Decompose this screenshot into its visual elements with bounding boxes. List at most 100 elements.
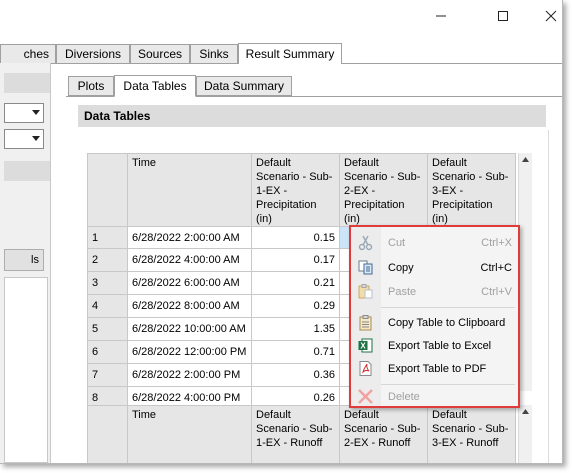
value-cell[interactable]: 0.17 [251,248,340,272]
svg-text:X: X [360,342,366,351]
title-bar [0,0,562,32]
tab-label: ches [23,47,49,61]
menu-item-label: Delete [388,390,420,403]
time-cell[interactable]: 6/28/2022 10:00:00 AM [127,317,252,341]
clipboard-icon [359,315,372,331]
excel-icon: X [358,338,373,353]
menu-item-cut[interactable]: Cut Ctrl+X [351,231,518,254]
row-number: 3 [87,271,128,295]
left-pane-button[interactable]: ls [4,249,44,271]
tab-result-summary[interactable]: Result Summary [238,43,342,65]
scroll-up-icon [522,409,529,414]
left-pane-list[interactable] [4,277,48,463]
column-header[interactable]: Default Scenario - Sub-2-EX - Runoff [339,405,428,463]
tab-data-summary[interactable]: Data Summary [196,76,292,96]
tab-label: Plots [77,79,105,93]
dropdown-1[interactable] [4,103,44,123]
time-cell[interactable]: 6/28/2022 2:00:00 PM [127,363,252,387]
value-cell[interactable]: 0.36 [251,363,340,387]
menu-item-label: Paste [388,285,417,298]
left-pane: ls [0,63,51,463]
value-cell[interactable]: 0.21 [251,271,340,295]
tab-label: Sources [137,47,183,61]
row-number: 2 [87,248,128,272]
tab-label: Sinks [199,47,229,61]
row-number: 4 [87,294,128,318]
menu-item-export-excel[interactable]: X Export Table to Excel [351,334,518,357]
maximize-icon [498,11,508,21]
tab-label: Data Tables [123,79,187,93]
time-cell[interactable]: 6/28/2022 2:00:00 AM [127,226,252,249]
panel-divider [548,130,549,463]
time-cell[interactable]: 6/28/2022 4:00:00 AM [127,248,252,272]
row-number: 7 [87,363,128,387]
column-header[interactable]: Default Scenario - Sub-2-EX - Precipitat… [339,153,428,227]
table-scrollbar[interactable] [518,405,532,463]
left-pane-button-label: ls [31,254,39,266]
time-cell[interactable]: 6/28/2022 8:00:00 AM [127,294,252,318]
context-menu: Cut Ctrl+X Copy Ctrl+C Paste Ctrl+V Copy… [349,225,520,408]
tab-label: Data Summary [203,79,285,93]
tab-label: Result Summary [245,47,335,61]
left-pane-section [4,161,50,181]
tab-sinks[interactable]: Sinks [190,44,238,64]
close-icon [545,10,557,22]
pdf-icon [359,361,372,376]
menu-item-label: Copy [388,261,414,274]
value-cell[interactable]: 1.35 [251,317,340,341]
menu-item-label: Export Table to Excel [388,339,492,352]
value-cell[interactable]: 0.71 [251,340,340,364]
menu-item-label: Copy Table to Clipboard [388,316,506,329]
scroll-up-icon [522,157,529,162]
copy-icon [358,260,373,275]
time-cell[interactable]: 6/28/2022 6:00:00 AM [127,271,252,295]
section-header: Data Tables [78,105,546,127]
column-header[interactable]: Time [127,153,252,227]
column-header[interactable]: Default Scenario - Sub-1-EX - Precipitat… [251,153,340,227]
column-header[interactable]: Default Scenario - Sub-1-EX - Runoff [251,405,340,463]
minimize-icon [436,15,446,17]
menu-item-copy-table-to-clipboard[interactable]: Copy Table to Clipboard [351,311,518,334]
chevron-down-icon [32,110,40,115]
chevron-down-icon [32,136,40,141]
tab-reaches[interactable]: ches [0,44,56,64]
tab-sources[interactable]: Sources [130,44,190,64]
row-number-header [87,153,128,227]
time-cell[interactable]: 6/28/2022 12:00:00 PM [127,340,252,364]
tab-plots[interactable]: Plots [68,76,114,96]
column-header[interactable]: Time [127,405,252,463]
tab-diversions[interactable]: Diversions [56,44,130,64]
menu-item-label: Cut [388,236,406,249]
tab-data-tables[interactable]: Data Tables [114,75,196,97]
delete-icon [358,389,373,404]
column-header[interactable]: Default Scenario - Sub-3-EX - Precipitat… [427,153,516,227]
paste-icon [358,284,373,299]
menu-item-paste[interactable]: Paste Ctrl+V [351,280,518,303]
menu-separator [381,307,515,308]
menu-separator [381,384,515,385]
data-table-runoff: Time Default Scenario - Sub-1-EX - Runof… [87,405,516,463]
close-button[interactable] [528,0,562,32]
menu-item-export-pdf[interactable]: Export Table to PDF [351,357,518,380]
value-cell[interactable]: 0.29 [251,294,340,318]
value-cell[interactable]: 0.15 [251,226,340,249]
menu-item-delete[interactable]: Delete [351,387,518,406]
tab-label: Diversions [64,47,121,61]
table-scrollbar[interactable] [518,153,532,391]
scissors-icon [358,235,373,251]
menu-item-shortcut: Ctrl+V [481,285,512,298]
maximize-button[interactable] [480,0,526,32]
row-number-header [87,405,128,463]
row-number: 6 [87,340,128,364]
dropdown-2[interactable] [4,129,44,149]
menu-item-shortcut: Ctrl+C [480,261,512,274]
menu-item-copy[interactable]: Copy Ctrl+C [351,256,518,279]
column-header[interactable]: Default Scenario - Sub-3-EX - Runoff [427,405,516,463]
row-number: 5 [87,317,128,341]
menu-item-shortcut: Ctrl+X [481,236,512,249]
left-pane-header [4,73,50,93]
row-number: 1 [87,226,128,249]
menu-item-label: Export Table to PDF [388,362,487,375]
section-title: Data Tables [84,109,151,123]
minimize-button[interactable] [418,0,464,32]
